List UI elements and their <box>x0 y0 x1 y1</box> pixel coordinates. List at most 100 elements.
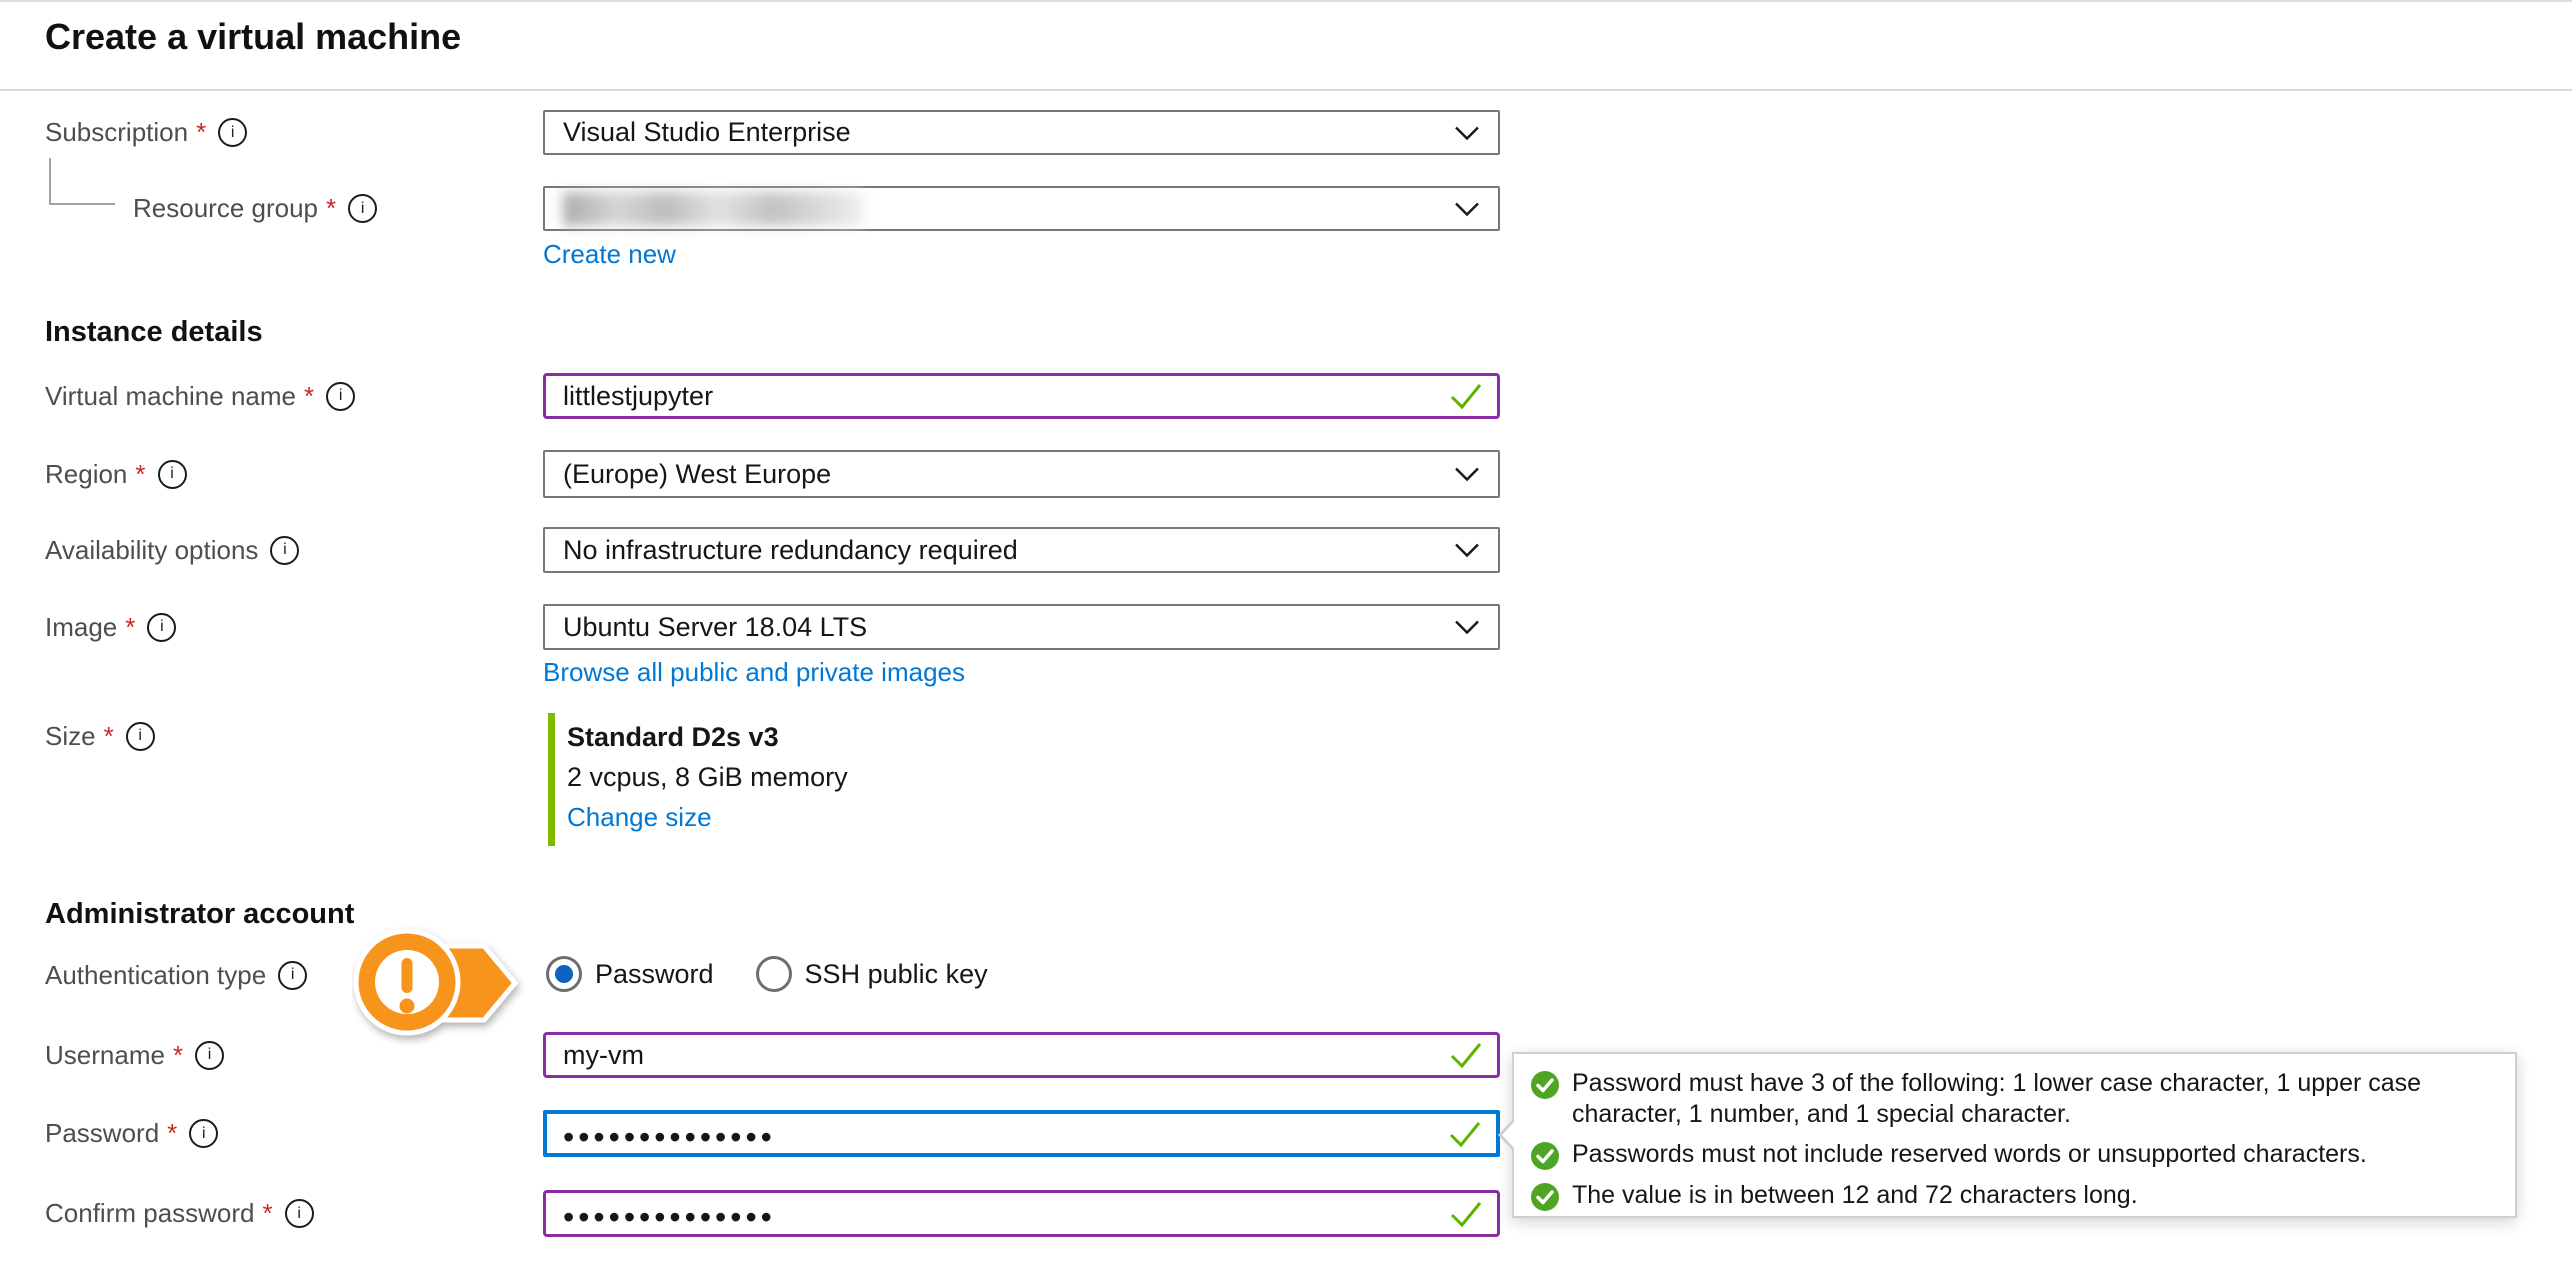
chevron-down-icon <box>1454 467 1480 482</box>
required-asterisk: * <box>125 612 135 643</box>
info-icon[interactable]: i <box>195 1041 224 1070</box>
confirm-password-input[interactable]: •••••••••••••• <box>543 1190 1500 1237</box>
info-icon[interactable]: i <box>278 961 307 990</box>
required-asterisk: * <box>173 1040 183 1071</box>
info-icon[interactable]: i <box>189 1119 218 1148</box>
info-icon[interactable]: i <box>285 1199 314 1228</box>
vm-name-label-row: Virtual machine name * i <box>45 373 515 419</box>
subscription-select[interactable]: Visual Studio Enterprise <box>543 110 1500 155</box>
chevron-down-icon <box>1454 201 1480 216</box>
change-size-link[interactable]: Change size <box>567 802 712 833</box>
confirm-password-masked-value: •••••••••••••• <box>563 1201 776 1233</box>
password-label-row: Password * i <box>45 1110 515 1157</box>
required-asterisk: * <box>196 117 206 148</box>
region-select[interactable]: (Europe) West Europe <box>543 450 1500 498</box>
confirm-password-label: Confirm password <box>45 1198 255 1229</box>
info-icon[interactable]: i <box>158 460 187 489</box>
top-divider <box>0 0 2572 2</box>
browse-images-link[interactable]: Browse all public and private images <box>543 657 965 688</box>
success-check-icon <box>1530 1182 1560 1212</box>
region-label: Region <box>45 459 127 490</box>
password-rule-text: Password must have 3 of the following: 1… <box>1572 1068 2492 1130</box>
required-asterisk: * <box>326 193 336 224</box>
image-select[interactable]: Ubuntu Server 18.04 LTS <box>543 604 1500 650</box>
subscription-label: Subscription <box>45 117 188 148</box>
chevron-down-icon <box>1454 125 1480 140</box>
password-label: Password <box>45 1118 159 1149</box>
vm-name-label: Virtual machine name <box>45 381 296 412</box>
password-rule-text: Passwords must not include reserved word… <box>1572 1139 2367 1170</box>
tree-line-horizontal <box>49 203 115 205</box>
confirm-password-label-row: Confirm password * i <box>45 1190 515 1237</box>
info-icon[interactable]: i <box>270 536 299 565</box>
tree-line-vertical <box>49 158 51 205</box>
required-asterisk: * <box>104 721 114 752</box>
radio-selected-dot <box>555 965 573 983</box>
size-specs: 2 vcpus, 8 GiB memory <box>567 762 848 793</box>
success-check-icon <box>1530 1141 1560 1171</box>
region-value: (Europe) West Europe <box>563 459 831 490</box>
info-icon[interactable]: i <box>147 613 176 642</box>
info-icon[interactable]: i <box>218 118 247 147</box>
create-vm-page: Create a virtual machine Subscription * … <box>0 0 2572 1274</box>
radio-password[interactable] <box>546 956 582 992</box>
auth-type-label: Authentication type <box>45 960 266 991</box>
valid-check-icon <box>1448 1120 1482 1148</box>
image-value: Ubuntu Server 18.04 LTS <box>563 612 867 643</box>
username-input[interactable]: my-vm <box>543 1032 1500 1078</box>
password-masked-value: •••••••••••••• <box>563 1121 776 1153</box>
availability-select[interactable]: No infrastructure redundancy required <box>543 527 1500 573</box>
region-label-row: Region * i <box>45 450 515 498</box>
password-rule-item: Passwords must not include reserved word… <box>1530 1139 2497 1171</box>
section-instance-details: Instance details <box>45 316 263 349</box>
image-label-row: Image * i <box>45 604 515 650</box>
password-rule-item: The value is in between 12 and 72 charac… <box>1530 1180 2497 1212</box>
tooltip-beak <box>1502 1120 1516 1150</box>
size-name: Standard D2s v3 <box>567 722 779 753</box>
required-asterisk: * <box>304 381 314 412</box>
section-admin-account: Administrator account <box>45 898 354 931</box>
valid-check-icon <box>1449 1200 1483 1228</box>
page-title: Create a virtual machine <box>45 16 461 58</box>
required-asterisk: * <box>135 459 145 490</box>
resource-group-value-redacted <box>563 192 863 226</box>
info-icon[interactable]: i <box>348 194 377 223</box>
info-icon[interactable]: i <box>326 382 355 411</box>
valid-check-icon <box>1449 1041 1483 1069</box>
image-label: Image <box>45 612 117 643</box>
auth-type-radio-group: Password SSH public key <box>546 956 988 992</box>
availability-value: No infrastructure redundancy required <box>563 535 1018 566</box>
radio-ssh-key-label[interactable]: SSH public key <box>805 959 988 990</box>
resource-group-label: Resource group <box>133 193 318 224</box>
required-asterisk: * <box>167 1118 177 1149</box>
info-icon[interactable]: i <box>126 722 155 751</box>
radio-ssh-key[interactable] <box>756 956 792 992</box>
availability-label-row: Availability options i <box>45 527 515 573</box>
password-rule-text: The value is in between 12 and 72 charac… <box>1572 1180 2138 1211</box>
size-accent-bar <box>548 713 555 846</box>
password-rule-item: Password must have 3 of the following: 1… <box>1530 1068 2497 1130</box>
username-label-row: Username * i <box>45 1032 515 1078</box>
resource-group-label-row: Resource group * i <box>133 186 515 231</box>
resource-group-select[interactable] <box>543 186 1500 231</box>
create-new-link[interactable]: Create new <box>543 239 676 270</box>
vm-name-input[interactable]: littlestjupyter <box>543 373 1500 419</box>
subscription-value: Visual Studio Enterprise <box>563 117 851 148</box>
password-input[interactable]: •••••••••••••• <box>543 1110 1500 1157</box>
valid-check-icon <box>1449 382 1483 410</box>
size-label-row: Size * i <box>45 713 515 759</box>
subscription-label-row: Subscription * i <box>45 110 515 155</box>
required-asterisk: * <box>263 1198 273 1229</box>
success-check-icon <box>1530 1070 1560 1100</box>
size-label: Size <box>45 721 96 752</box>
warning-callout-icon <box>352 918 528 1050</box>
username-label: Username <box>45 1040 165 1071</box>
availability-label: Availability options <box>45 535 258 566</box>
vm-name-value: littlestjupyter <box>563 381 713 412</box>
username-value: my-vm <box>563 1040 644 1071</box>
password-rules-tooltip: Password must have 3 of the following: 1… <box>1512 1052 2517 1218</box>
title-divider <box>0 89 2572 91</box>
radio-password-label[interactable]: Password <box>595 959 714 990</box>
chevron-down-icon <box>1454 543 1480 558</box>
chevron-down-icon <box>1454 620 1480 635</box>
